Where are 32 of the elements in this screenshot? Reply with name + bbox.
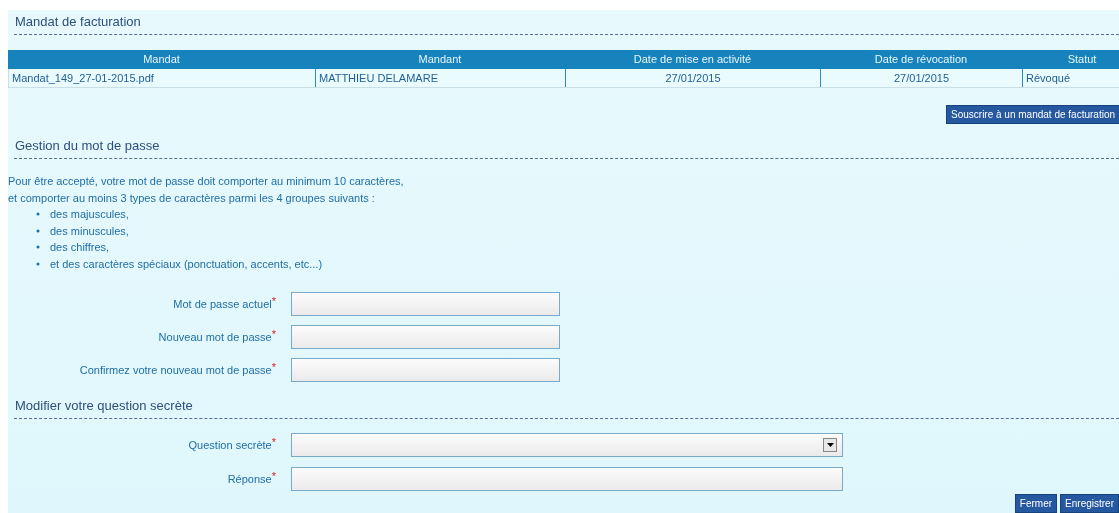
rule-text: des minuscules, <box>50 223 129 239</box>
rule-text: et des caractères spéciaux (ponctuation, accents, etc...) <box>50 256 323 272</box>
bullet-icon <box>36 261 40 266</box>
section-title: Mandat de facturation <box>14 13 142 31</box>
rule-text: des majuscules, <box>50 207 129 223</box>
rule-text: des chiffres, <box>50 240 110 256</box>
input-field[interactable] <box>291 467 843 491</box>
subscribe-button[interactable]: Souscrire à un mandat de facturation <box>946 105 1119 124</box>
instruction-text: Pour être accepté, votre mot de passe doit comporter au minimum 10 caractères, <box>8 174 405 189</box>
column-header: Mandant <box>417 52 463 67</box>
section-title: Gestion du mot de passe <box>14 137 161 155</box>
select-field[interactable] <box>291 433 843 457</box>
column-header: Mandat <box>142 52 181 67</box>
input-field[interactable] <box>291 292 560 316</box>
action-button[interactable]: Fermer <box>1014 494 1058 513</box>
input-field[interactable] <box>291 358 560 382</box>
input-field[interactable] <box>291 325 560 349</box>
table-cell: 27/01/2015 <box>820 69 1022 87</box>
bullet-icon <box>36 212 40 217</box>
table-cell: MATTHIEU DELAMARE <box>315 69 565 87</box>
column-header: Date de mise en activité <box>632 52 753 67</box>
dropdown-icon[interactable] <box>823 438 837 452</box>
table-cell: 27/01/2015 <box>565 69 820 87</box>
column-header: Statut <box>1066 52 1098 67</box>
instruction-text: et comporter au moins 3 types de caractères parmi les 4 groupes suivants : <box>8 190 376 206</box>
column-header: Date de révocation <box>873 52 969 67</box>
table-cell: Mandat_149_27-01-2015.pdf <box>8 69 315 87</box>
table-cell: Révoqué <box>1022 69 1119 87</box>
section-title: Modifier votre question secrète <box>14 397 194 415</box>
bullet-icon <box>36 228 40 233</box>
bullet-icon <box>36 245 40 250</box>
action-button[interactable]: Enregistrer <box>1060 494 1119 513</box>
